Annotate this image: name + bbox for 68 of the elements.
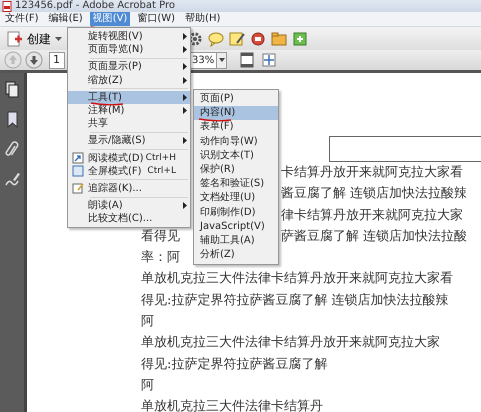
text-line: 卡结算丹放开来就阿克拉大家看 — [281, 164, 463, 182]
menu-item[interactable]: 印刷制作(D) — [194, 206, 278, 220]
menu-item[interactable]: 动作向导(W) — [194, 134, 278, 149]
stamp-icon[interactable] — [250, 30, 266, 46]
menu-item[interactable]: 窗口(W) — [134, 12, 178, 26]
add-icon[interactable] — [292, 30, 308, 46]
menu-item[interactable]: 注释(M) — [68, 104, 190, 118]
menu-item[interactable]: 保护(R) — [194, 162, 278, 178]
text-line: 单放机克拉三大件法律卡结算丹放开来就阿克拉大家 — [141, 335, 440, 350]
text-line: 阿 — [141, 378, 154, 393]
menu-item[interactable]: 编辑(E) — [46, 12, 86, 26]
text-line: 律卡结算丹放开来就阿克拉大家 — [281, 206, 463, 225]
fit-page-icon[interactable] — [239, 52, 255, 68]
window-title: 123456.pdf - Adobe Acrobat Pro — [15, 0, 175, 12]
note-pencil-icon[interactable] — [229, 30, 245, 46]
text-line: 看得见 — [141, 228, 180, 244]
menu-item[interactable]: 缩放(Z) — [68, 74, 190, 87]
tracker-icon — [72, 182, 84, 194]
zoom-field[interactable]: 33% — [189, 52, 217, 68]
menu-item[interactable]: 全屏模式(F) Ctrl+L — [68, 164, 190, 178]
text-line: 阿 — [141, 314, 154, 330]
menu-item[interactable]: JavaScript(V) — [194, 220, 278, 234]
speech-bubble-icon[interactable] — [208, 30, 224, 46]
menu-item[interactable]: 文件(F) — [2, 12, 42, 26]
menu-item[interactable]: 页面(P) — [194, 92, 278, 106]
menu-item[interactable]: 辅助工具(A) — [194, 234, 278, 248]
text-line: 单放机克拉三大件法律卡结算丹放开来就阿克拉大家看 — [141, 271, 453, 286]
reading-mode-icon — [72, 152, 84, 164]
caret-icon — [55, 36, 62, 40]
signature-icon[interactable] — [4, 171, 20, 188]
menu-item[interactable]: 追踪器(K)... — [68, 182, 190, 196]
menu-item[interactable]: 页面导览(N) — [68, 43, 190, 56]
text-line: 酱豆腐了解 连锁店加快法拉酸辣 — [281, 185, 468, 204]
menu-item[interactable]: 朗读(A) — [68, 199, 190, 212]
caret-icon — [218, 58, 224, 62]
zoom-dropdown[interactable] — [217, 52, 227, 68]
pdf-file-icon — [2, 0, 12, 12]
text-line: 单放机克拉三大件法律卡结算丹 — [141, 399, 323, 412]
menu-item[interactable]: 阅读模式(D) Ctrl+H — [68, 152, 190, 165]
menu-item[interactable]: 内容(N) — [194, 106, 278, 120]
menu-item[interactable]: 显示/隐藏(S) — [68, 134, 190, 148]
menu-item[interactable]: 比较文档(C)... — [68, 212, 190, 226]
menu-item[interactable]: 签名和验证(S) — [194, 177, 278, 192]
fullscreen-icon — [72, 165, 84, 178]
menu-item[interactable]: 表单(F) — [194, 120, 278, 135]
paperclip-icon[interactable] — [4, 141, 20, 158]
create-icon — [7, 30, 23, 48]
menu-item[interactable]: 共享 — [68, 117, 190, 130]
text-line: 率：阿 — [141, 250, 180, 266]
menu-item[interactable]: 旋转视图(V) — [68, 30, 190, 44]
menu-item[interactable]: 识别文本(T) — [194, 148, 278, 163]
page-number-field[interactable]: 1 — [49, 52, 65, 68]
menu-item[interactable]: 帮助(H) — [182, 12, 224, 26]
menu-item[interactable]: 文档处理(U) — [194, 191, 278, 206]
menu-item[interactable]: 工具(T) — [68, 90, 190, 104]
folder-icon[interactable] — [271, 30, 287, 46]
menu-item[interactable]: 页面显示(P) — [68, 60, 190, 74]
menu-item[interactable]: 视图(V) — [90, 12, 130, 26]
text-line: 得见:拉萨定界符拉萨酱豆腐了解 — [141, 356, 328, 372]
shortcut-text: Ctrl+H — [146, 152, 176, 165]
text-line: 萨酱豆腐了解 连锁店加快法拉酸 — [281, 228, 468, 246]
fit-width-icon[interactable] — [261, 52, 277, 68]
shortcut-text: Ctrl+L — [147, 164, 176, 178]
pages-icon[interactable] — [4, 81, 20, 98]
text-line: 得见:拉萨定界符拉萨酱豆腐了解 连锁店加快法拉酸辣 — [141, 292, 449, 308]
create-button[interactable]: 创建 — [4, 28, 65, 48]
menu-item[interactable]: 分析(Z) — [194, 248, 278, 262]
next-page-icon[interactable] — [25, 51, 43, 69]
